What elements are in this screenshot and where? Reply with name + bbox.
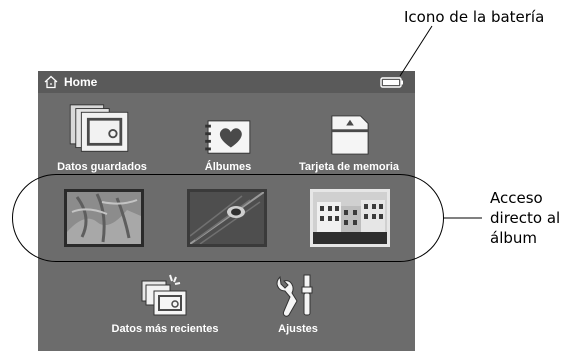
callout-lines — [399, 25, 482, 219]
battery-leader-line — [399, 25, 433, 77]
battery-icon-callout: Icono de la batería — [404, 8, 545, 26]
album-shortcut-callout-line-2: directo al — [490, 209, 561, 227]
album-shortcut-callout-line-3: álbum — [490, 229, 537, 247]
album-shortcut-callout: Acceso directo al álbum — [490, 188, 560, 248]
album-shortcut-callout-line-1: Acceso — [490, 189, 543, 207]
